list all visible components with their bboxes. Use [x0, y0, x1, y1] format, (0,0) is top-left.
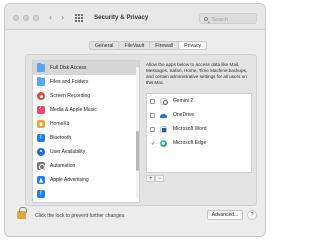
- category-full-disk-access[interactable]: Full Disk Access: [33, 61, 139, 75]
- app-checkbox-checked[interactable]: ✓: [150, 141, 155, 146]
- automation-icon: [37, 162, 45, 170]
- scrollbar-thumb[interactable]: [251, 108, 252, 128]
- app-checkbox[interactable]: [150, 112, 155, 118]
- category-label: Files and Folders: [50, 79, 89, 85]
- search-placeholder: Search: [212, 16, 228, 23]
- app-row-empty: [147, 150, 251, 164]
- app-checkbox[interactable]: [150, 126, 155, 132]
- title-bar: ‹ › Security & Privacy Search: [5, 4, 265, 30]
- lock-message: Click the lock to prevent further change…: [35, 213, 126, 219]
- onedrive-icon: [160, 112, 167, 119]
- category-more[interactable]: [33, 187, 139, 201]
- word-icon: [160, 125, 167, 133]
- help-button[interactable]: ?: [247, 210, 257, 220]
- category-user-availability[interactable]: User Availability: [33, 145, 139, 159]
- folder-icon: [37, 76, 45, 86]
- forward-icon[interactable]: ›: [61, 12, 64, 22]
- category-label: User Availability: [50, 149, 86, 155]
- app-name: Microsoft Word: [173, 126, 207, 132]
- privacy-category-list: Full Disk Access Files and Folders Scree…: [32, 60, 140, 203]
- category-label: Media & Apple Music: [50, 107, 97, 113]
- category-homekit[interactable]: HomeKit: [33, 117, 139, 131]
- category-scrollbar[interactable]: [136, 67, 139, 197]
- category-screen-recording[interactable]: Screen Recording: [33, 89, 139, 103]
- advanced-button[interactable]: Advanced...: [207, 210, 243, 220]
- screen-recording-icon: [37, 92, 45, 100]
- privacy-panel: Full Disk Access Files and Folders Scree…: [25, 54, 257, 206]
- partial-category-icon: [37, 190, 45, 198]
- tab-general[interactable]: General: [90, 42, 120, 49]
- category-files-and-folders[interactable]: Files and Folders: [33, 75, 139, 89]
- app-row-onedrive[interactable]: OneDrive: [147, 108, 251, 122]
- music-icon: [37, 105, 45, 114]
- user-availability-icon: [37, 148, 45, 156]
- remove-app-button[interactable]: −: [155, 175, 164, 182]
- bluetooth-icon: [37, 134, 45, 142]
- category-media-apple-music[interactable]: Media & Apple Music: [33, 103, 139, 117]
- tab-bar: General FileVault Firewall Privacy: [89, 41, 208, 50]
- category-automation[interactable]: Automation: [33, 159, 139, 173]
- tab-filevault[interactable]: FileVault: [119, 42, 151, 49]
- category-label: Bluetooth: [50, 135, 72, 141]
- edge-icon: [160, 139, 167, 147]
- lock-icon[interactable]: [17, 207, 27, 219]
- home-icon: [37, 120, 45, 128]
- category-label: HomeKit: [50, 121, 70, 127]
- window-title: Security & Privacy: [94, 14, 149, 21]
- app-name: Microsoft Edge: [173, 140, 207, 146]
- tab-privacy[interactable]: Privacy: [179, 42, 207, 49]
- search-icon: [204, 17, 208, 21]
- app-list: Gemini 2 OneDrive Microsoft Word ✓ Micro…: [146, 93, 252, 173]
- category-apple-advertising[interactable]: Apple Advertising: [33, 173, 139, 187]
- category-label: Full Disk Access: [50, 65, 87, 71]
- preferences-window: ‹ › Security & Privacy Search General Fi…: [4, 3, 266, 237]
- gemini-icon: [160, 97, 168, 105]
- app-checkbox[interactable]: [150, 98, 155, 104]
- category-label: Apple Advertising: [50, 177, 89, 183]
- advertising-icon: [37, 176, 45, 184]
- privacy-description: Allow the apps below to access data like…: [146, 62, 248, 86]
- app-row-microsoft-edge[interactable]: ✓ Microsoft Edge: [147, 136, 251, 150]
- close-button[interactable]: [13, 15, 19, 21]
- zoom-button[interactable]: [33, 15, 39, 21]
- category-bluetooth[interactable]: Bluetooth: [33, 131, 139, 145]
- app-row-gemini[interactable]: Gemini 2: [147, 94, 251, 108]
- scrollbar-thumb[interactable]: [136, 131, 139, 171]
- tab-firewall[interactable]: Firewall: [150, 42, 180, 49]
- app-name: OneDrive: [173, 112, 195, 118]
- category-label: Screen Recording: [50, 93, 91, 99]
- add-app-button[interactable]: +: [146, 175, 155, 182]
- add-remove-controls: + −: [146, 175, 164, 182]
- app-list-scrollbar[interactable]: [251, 96, 252, 170]
- app-name: Gemini 2: [173, 98, 194, 104]
- minimize-button[interactable]: [23, 15, 29, 21]
- show-all-grid-icon[interactable]: [75, 14, 83, 22]
- search-field[interactable]: Search: [199, 13, 257, 24]
- category-label: Automation: [50, 163, 76, 169]
- folder-icon: [37, 62, 45, 72]
- app-row-microsoft-word[interactable]: Microsoft Word: [147, 122, 251, 136]
- back-icon[interactable]: ‹: [49, 12, 52, 22]
